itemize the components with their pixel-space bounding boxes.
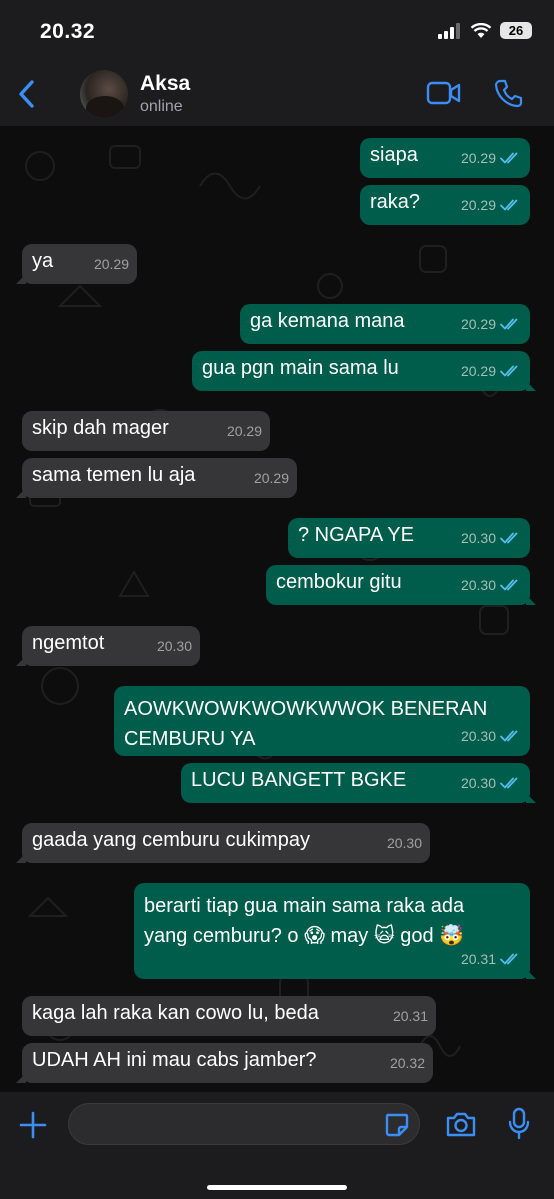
incoming-message[interactable]: UDAH AH ini mau cabs jamber? 20.32 [16, 1043, 433, 1083]
double-check-icon [500, 777, 518, 789]
wifi-icon [470, 22, 492, 38]
message-time: 20.32 [389, 1055, 425, 1071]
bubble-tail [526, 793, 536, 803]
back-chevron-icon[interactable] [14, 78, 40, 110]
double-check-icon [500, 579, 518, 591]
message-text: kaga lah raka kan cowo lu, beda [32, 1002, 319, 1024]
video-call-icon[interactable] [426, 80, 462, 106]
message-meta: 20.30 [387, 828, 422, 858]
bubble-tail [526, 969, 536, 979]
status-bar: 20.32 26 [0, 0, 554, 62]
phone-icon[interactable] [494, 78, 524, 108]
camera-icon[interactable] [445, 1110, 477, 1138]
message-time: 20.29 [460, 197, 496, 213]
incoming-message[interactable]: ya 20.29 [16, 244, 137, 284]
message-text: UDAH AH ini mau cabs jamber? [32, 1049, 317, 1071]
outgoing-message[interactable]: siapa 20.29 [360, 138, 530, 178]
bubble-tail [526, 381, 536, 391]
incoming-message[interactable]: ngemtot 20.30 [16, 626, 200, 666]
message-meta: 20.29 [461, 143, 522, 173]
home-indicator [207, 1185, 347, 1190]
message-time: 20.30 [460, 728, 496, 744]
message-meta: 20.29 [461, 356, 522, 386]
message-input[interactable] [68, 1103, 420, 1145]
chat-area[interactable]: siapa 20.29 raka? 20.29 ya 20.29 ga kemana man… [0, 126, 554, 1092]
sticker-icon[interactable] [384, 1112, 410, 1138]
message-time: 20.29 [253, 470, 289, 486]
message-meta: 20.32 [390, 1048, 425, 1078]
outgoing-message[interactable]: LUCU BANGETT BGKE 20.30 [181, 763, 536, 803]
outgoing-message[interactable]: raka? 20.29 [360, 185, 530, 225]
message-meta: 20.30 [461, 523, 522, 553]
signal-icon [438, 22, 460, 39]
incoming-message[interactable]: gaada yang cemburu cukimpay 20.30 [16, 823, 430, 863]
message-meta: 20.31 [461, 944, 522, 974]
message-text: skip dah mager [32, 417, 169, 439]
message-meta: 20.31 [393, 1001, 428, 1031]
message-meta: 20.30 [157, 631, 192, 661]
message-time: 20.30 [460, 530, 496, 546]
message-time: 20.30 [460, 577, 496, 593]
incoming-message[interactable]: kaga lah raka kan cowo lu, beda 20.31 [22, 996, 436, 1036]
contact-name[interactable]: Aksa [140, 72, 190, 96]
incoming-message[interactable]: sama temen lu aja 20.29 [16, 458, 297, 498]
battery-indicator: 26 [500, 22, 532, 39]
message-text: gaada yang cemburu cukimpay [32, 829, 310, 851]
message-time: 20.29 [460, 363, 496, 379]
plus-icon[interactable] [18, 1110, 48, 1140]
message-meta: 20.30 [461, 721, 522, 751]
double-check-icon [500, 953, 518, 965]
message-time: 20.29 [93, 256, 129, 272]
outgoing-message[interactable]: ga kemana mana 20.29 [240, 304, 530, 344]
incoming-message[interactable]: skip dah mager 20.29 [22, 411, 270, 451]
bubble-tail [16, 656, 26, 666]
outgoing-message[interactable]: cembokur gitu 20.30 [266, 565, 536, 605]
double-check-icon [500, 152, 518, 164]
chat-header: Aksa online [0, 62, 554, 126]
outgoing-message[interactable]: berarti tiap gua main sama raka ada yang… [134, 883, 536, 979]
message-text: berarti tiap gua main sama raka ada yang… [144, 895, 465, 947]
message-time: 20.29 [460, 316, 496, 332]
outgoing-message[interactable]: gua pgn main sama lu 20.29 [192, 351, 536, 391]
message-meta: 20.29 [254, 463, 289, 493]
message-meta: 20.29 [227, 416, 262, 446]
double-check-icon [500, 199, 518, 211]
message-meta: 20.30 [461, 768, 522, 798]
message-time: 20.31 [392, 1008, 428, 1024]
message-text: sama temen lu aja [32, 464, 196, 486]
message-time: 20.29 [226, 423, 262, 439]
message-time: 20.30 [460, 775, 496, 791]
bubble-tail [16, 1073, 26, 1083]
status-time: 20.32 [40, 20, 96, 43]
message-time: 20.29 [460, 150, 496, 166]
bubble-tail [16, 488, 26, 498]
message-time: 20.31 [460, 951, 496, 967]
message-time: 20.30 [156, 638, 192, 654]
outgoing-message[interactable]: ? NGAPA YE 20.30 [288, 518, 530, 558]
mic-icon[interactable] [507, 1107, 531, 1141]
double-check-icon [500, 532, 518, 544]
status-icons: 26 [438, 22, 532, 39]
input-bar [0, 1092, 554, 1199]
message-time: 20.30 [386, 835, 422, 851]
message-meta: 20.29 [94, 249, 129, 279]
message-meta: 20.30 [461, 570, 522, 600]
bubble-tail [16, 274, 26, 284]
contact-status: online [140, 98, 183, 115]
bubble-tail [16, 853, 26, 863]
bubble-tail [526, 595, 536, 605]
message-text: AOWKWOWKWOWKWWOK BENERAN CEMBURU YA [124, 698, 488, 750]
double-check-icon [500, 365, 518, 377]
double-check-icon [500, 730, 518, 742]
double-check-icon [500, 318, 518, 330]
message-meta: 20.29 [461, 190, 522, 220]
avatar[interactable] [80, 70, 128, 118]
outgoing-message[interactable]: AOWKWOWKWOWKWWOK BENERAN CEMBURU YA 20.30 [114, 686, 530, 756]
message-meta: 20.29 [461, 309, 522, 339]
